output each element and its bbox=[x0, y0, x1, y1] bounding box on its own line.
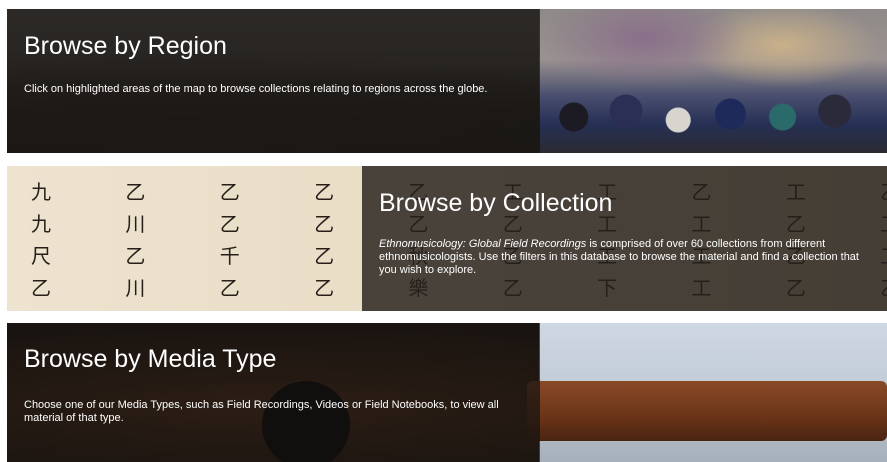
collection-name-italic: Ethnomusicology: Global Field Recordings bbox=[379, 238, 587, 250]
media-text-overlay bbox=[7, 323, 540, 462]
media-title[interactable]: Browse by Media Type bbox=[24, 345, 276, 374]
media-description: Choose one of our Media Types, such as F… bbox=[24, 399, 499, 424]
instrument-neck-photo bbox=[527, 381, 887, 441]
browse-by-media-type-panel[interactable]: Browse by Media Type Choose one of our M… bbox=[7, 323, 887, 462]
browse-by-region-panel[interactable]: Browse by Region Click on highlighted ar… bbox=[7, 9, 887, 153]
region-description: Click on highlighted areas of the map to… bbox=[24, 83, 488, 95]
region-title[interactable]: Browse by Region bbox=[24, 32, 227, 61]
collection-title[interactable]: Browse by Collection bbox=[379, 189, 612, 218]
collection-description: Ethnomusicology: Global Field Recordings… bbox=[379, 238, 874, 277]
region-text-overlay bbox=[7, 9, 540, 153]
browse-by-collection-panel[interactable]: 九 乙 乙 乙 乙 工 工 乙 工 乙 乙 九 川 乙 乙 乙 乙 工 工 乙 … bbox=[7, 166, 887, 311]
crowd-photo bbox=[539, 93, 887, 153]
